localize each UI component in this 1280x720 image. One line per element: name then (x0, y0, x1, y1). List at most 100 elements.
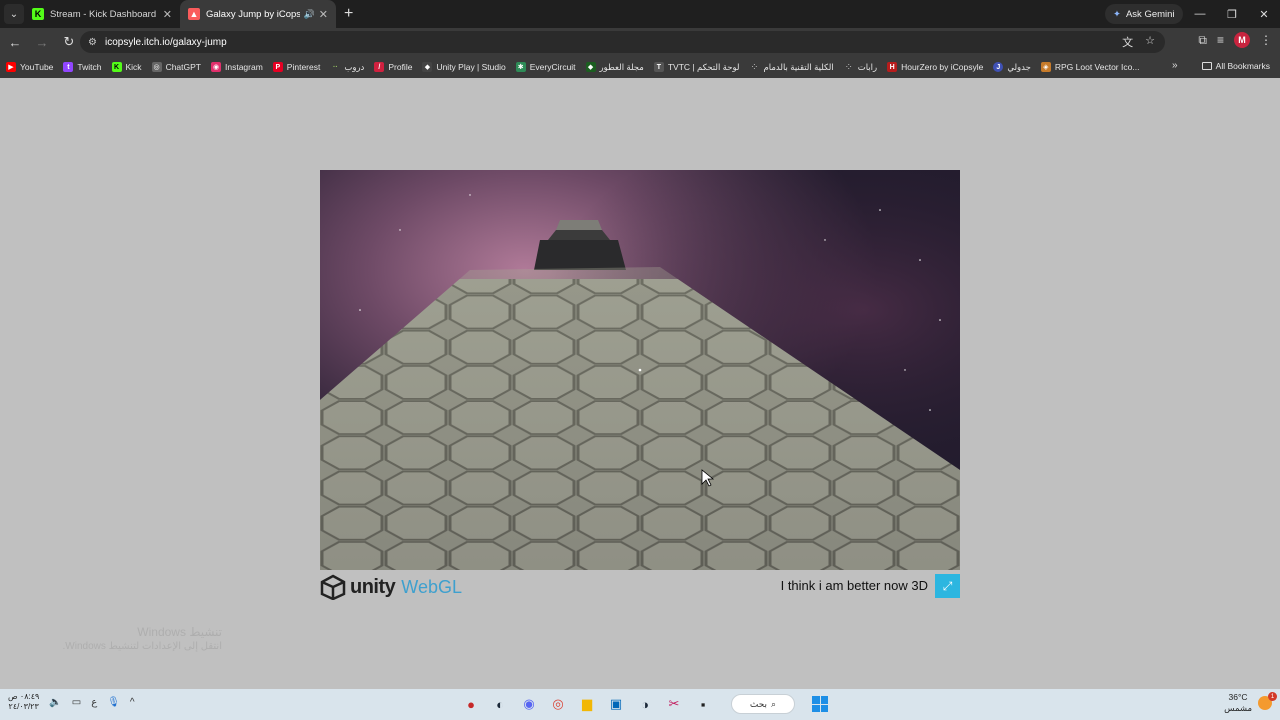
bookmark-droob[interactable]: ·· دروب (330, 62, 364, 73)
bookmark-label: مجلة العطور (599, 61, 644, 72)
start-button[interactable] (812, 696, 828, 712)
restore-icon[interactable]: ❐ (1216, 0, 1248, 28)
bookmark-label: Pinterest (286, 62, 321, 72)
bookmark-tvtc[interactable]: T TVTC | لوحة التحكم (653, 61, 740, 73)
bookmark-chatgpt[interactable]: ◎ ChatGPT (151, 62, 201, 72)
speaker-icon[interactable]: 🔊 (304, 9, 315, 20)
bookmark-label: الكلية التقنية بالدمام (763, 61, 834, 72)
all-bookmarks-label: All Bookmarks (1215, 61, 1270, 71)
clock[interactable]: ٠٨:٤٩ ص ٢٤/٠٣/٢٣ (8, 692, 39, 712)
close-icon[interactable]: ✕ (163, 8, 172, 21)
new-tab-button[interactable]: + (344, 5, 353, 23)
watermark-title: تنشيط Windows (137, 625, 222, 639)
bookmark-label: جدولي (1007, 61, 1031, 72)
close-window-icon[interactable]: ✕ (1248, 0, 1280, 28)
bookmark-instagram[interactable]: ◉ Instagram (211, 62, 263, 72)
url-text: icopsyle.itch.io/galaxy-jump (104, 36, 227, 48)
terminal-icon[interactable]: ▪ (692, 692, 714, 716)
all-bookmarks-button[interactable]: All Bookmarks (1201, 61, 1270, 71)
microphone-icon[interactable]: 🎙 (107, 697, 120, 708)
tab-title: Galaxy Jump by iCopsyle (206, 8, 300, 20)
taskbar: ٠٨:٤٩ ص ٢٤/٠٣/٢٣ 🔈 ▭ ع 🎙 ^ ● ◐ ◉ ◎ ▆ ▣ ◑… (0, 689, 1280, 720)
window-controls: — ❐ ✕ (1184, 0, 1280, 28)
bookmark-kick[interactable]: K Kick (111, 62, 142, 72)
tab-galaxy-jump[interactable]: ▲ Galaxy Jump by iCopsyle 🔊 ✕ (180, 0, 336, 28)
bookmark-label: RPG Loot Vector Ico... (1054, 62, 1140, 72)
bookmark-profile[interactable]: / Profile (374, 62, 412, 72)
folder-icon (1201, 62, 1212, 70)
site-info-icon[interactable]: ⚙ (88, 37, 97, 48)
bookmark-twitch[interactable]: t Twitch (63, 62, 102, 72)
bookmark-label: Unity Play | Studio (436, 62, 506, 72)
store-icon[interactable]: ▣ (605, 692, 627, 716)
reload-icon[interactable]: ↻ (57, 30, 81, 54)
minimize-icon[interactable]: — (1184, 0, 1216, 28)
discord-icon[interactable]: ◉ (518, 692, 540, 716)
chrome-icon[interactable]: ◎ (547, 692, 569, 716)
bookmark-rpg-loot[interactable]: ◈ RPG Loot Vector Ico... (1040, 62, 1140, 72)
back-arrow-icon[interactable]: ← (3, 30, 27, 54)
bookmark-label: Profile (388, 62, 413, 72)
profile-avatar[interactable]: M (1234, 32, 1250, 48)
menu-dots-icon[interactable]: ⋮ (1260, 33, 1272, 47)
bookmark-hourzero[interactable]: H HourZero by iCopsyle (887, 62, 983, 72)
media-controls-icon[interactable]: ≡ (1217, 33, 1224, 47)
search-label: بحث (749, 698, 768, 709)
snipping-tool-icon[interactable]: ✂ (663, 692, 685, 716)
close-icon[interactable]: ✕ (319, 8, 328, 21)
bookmark-star-icon[interactable]: ☆ (1145, 34, 1155, 50)
volume-icon[interactable]: 🔈 (49, 697, 61, 708)
ask-gemini-label: Ask Gemini (1125, 8, 1175, 20)
unity-icon: ◆ (422, 62, 433, 72)
sun-icon: 1 (1258, 692, 1277, 710)
translate-icon[interactable]: 文 (1122, 34, 1133, 50)
notification-badge: 1 (1268, 692, 1277, 701)
chatgpt-icon: ◎ (151, 62, 162, 72)
bookmark-unity-play[interactable]: ◆ Unity Play | Studio (422, 62, 506, 72)
taskbar-search[interactable]: بحث ⌕ (731, 694, 795, 714)
bookmark-label: Twitch (77, 62, 102, 72)
youtube-icon: ▶ (6, 62, 16, 72)
weather-description: مشمس (1224, 703, 1252, 713)
address-bar[interactable]: ⚙ icopsyle.itch.io/galaxy-jump 文 ☆ (80, 31, 1165, 53)
bookmark-label: Instagram (225, 62, 263, 72)
game-canvas[interactable] (320, 170, 960, 570)
search-icon: ⌕ (771, 698, 777, 709)
steam-icon[interactable]: ◐ (489, 692, 511, 716)
input-language[interactable]: ع (91, 697, 97, 708)
steam-icon[interactable]: ◑ (634, 692, 656, 716)
tab-kick-dashboard[interactable]: K Stream - Kick Dashboard ✕ (24, 0, 180, 28)
bookmark-youtube[interactable]: ▶ YouTube (6, 62, 53, 72)
kick-icon: K (111, 62, 122, 72)
file-explorer-icon[interactable]: ▆ (576, 692, 598, 716)
unity-wordmark: unity (350, 575, 396, 598)
watermark-subtitle: انتقل إلى الإعدادات لتنشيط Windows. (62, 641, 222, 652)
bookmark-label: TVTC | لوحة التحكم (667, 61, 740, 72)
fullscreen-button[interactable]: ⤢ (935, 574, 960, 598)
clock-date: ٢٤/٠٣/٢٣ (8, 702, 39, 711)
ask-gemini-button[interactable]: ✦ Ask Gemini (1105, 4, 1183, 24)
tab-strip: ⌄ K Stream - Kick Dashboard ✕ ▲ Galaxy J… (0, 0, 1280, 28)
gemini-sparkle-icon: ✦ (1113, 8, 1121, 20)
bookmark-everycircuit[interactable]: ✱ EveryCircuit (515, 62, 576, 72)
everycircuit-icon: ✱ (515, 62, 526, 72)
activation-watermark: تنشيط Windows انتقل إلى الإعدادات لتنشيط… (60, 625, 222, 652)
forward-arrow-icon[interactable]: → (30, 30, 54, 54)
network-icon[interactable]: ▭ (72, 697, 81, 708)
distant-platform (534, 240, 626, 270)
kick-icon: K (32, 8, 44, 20)
unity-footer: unity WebGL I think i am better now 3D ⤢ (320, 571, 960, 601)
game-app-icon[interactable]: ● (460, 692, 482, 716)
tab-search-button[interactable]: ⌄ (4, 4, 24, 24)
weather-widget[interactable]: 36°C مشمس 1 (1224, 692, 1277, 714)
bookmark-schedule[interactable]: J جدولي (993, 62, 1031, 73)
extensions-icon[interactable]: ⧉ (1198, 33, 1207, 48)
chevron-up-icon[interactable]: ^ (130, 697, 135, 708)
crosshair-dot (638, 368, 642, 372)
bookmark-tech-college[interactable]: ⁘ الكلية التقنية بالدمام (749, 61, 834, 73)
bookmark-perfume-mag[interactable]: ◆ مجلة العطور (585, 61, 644, 73)
bookmark-links[interactable]: ⁘ رابات (844, 62, 877, 73)
bookmark-pinterest[interactable]: P Pinterest (272, 62, 321, 72)
game-title: I think i am better now 3D (780, 578, 928, 593)
chevron-double-right-icon[interactable]: » (1172, 60, 1178, 71)
